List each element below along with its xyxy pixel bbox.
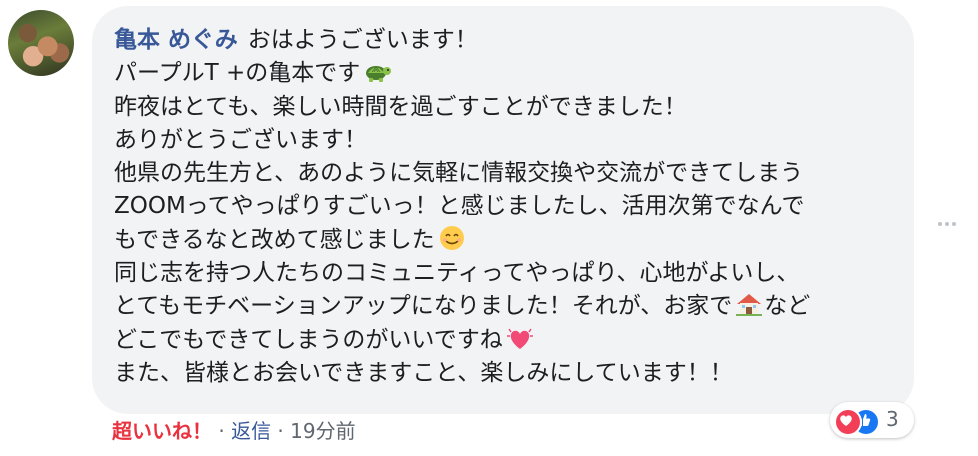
smile-icon xyxy=(437,225,467,251)
comment-line-7: もできるなと改めて感じました xyxy=(114,224,904,257)
comment-line-10: どこでもできてしまうのがいいですね xyxy=(114,324,904,357)
reaction-button[interactable]: 超いいね！ xyxy=(112,419,212,443)
comment-line-8: 同じ志を持つ人たちのコミュニティってやっぱり、心地がよいし、 xyxy=(114,257,904,290)
comment-text: おはようございます！ xyxy=(247,27,478,53)
separator: · xyxy=(271,419,291,443)
comment-text: 他県の先生方と、あのように気軽に情報交換や交流ができてしまう xyxy=(114,160,804,187)
comment-body: 亀本 めぐみ おはようございます！ パープルT +の亀本です 昨夜はとても、楽しい… xyxy=(114,24,904,390)
comment-line-2: パープルT +の亀本です xyxy=(114,57,904,90)
comment-line-9: とてもモチベーションアップになりました！それが、お家で など xyxy=(114,290,904,323)
comment-text: ありがとうございます！ xyxy=(114,126,367,153)
comment-text: とてもモチベーションアップになりました！それが、お家で xyxy=(114,293,733,320)
love-icon xyxy=(834,408,862,436)
comment-text: 昨夜はとても、楽しい時間を過ごすことができました！ xyxy=(114,93,687,120)
comment-text: 同じ志を持つ人たちのコミュニティってやっぱり、心地がよいし、 xyxy=(114,260,800,287)
reply-button[interactable]: 返信 xyxy=(231,419,271,443)
comment-line-11: また、皆様とお会いできますこと、楽しみにしています！！ xyxy=(114,357,904,390)
comment-line-5: 他県の先生方と、あのように気軽に情報交換や交流ができてしまう xyxy=(114,157,904,190)
comment-text: など xyxy=(764,293,811,320)
comment-line-3: 昨夜はとても、楽しい時間を過ごすことができました！ xyxy=(114,91,904,124)
turtle-icon xyxy=(362,58,392,84)
comment-text: ZOOMってやっぱりすごいっ！と感じましたし、活用次第でなんで xyxy=(114,193,805,220)
sparkling-heart-icon xyxy=(505,325,535,351)
reaction-count: 3 xyxy=(886,407,899,431)
separator: · xyxy=(212,419,232,443)
comment-text: パープルT +の亀本です xyxy=(114,60,361,87)
reactions-summary[interactable]: 3 xyxy=(830,402,914,438)
timestamp[interactable]: 19分前 xyxy=(290,419,355,443)
comment-text: また、皆様とお会いできますこと、楽しみにしています！！ xyxy=(114,359,733,386)
comment-line-4: ありがとうございます！ xyxy=(114,124,904,157)
author-name[interactable]: 亀本 めぐみ xyxy=(114,27,238,53)
comment-line-1: 亀本 めぐみ おはようございます！ xyxy=(114,24,904,57)
comment-text: どこでもできてしまうのがいいですね xyxy=(114,326,503,353)
avatar[interactable] xyxy=(8,10,74,76)
house-icon xyxy=(734,291,764,317)
comment-line-6: ZOOMってやっぱりすごいっ！と感じましたし、活用次第でなんで xyxy=(114,190,904,223)
comment-footer: 超いいね！ · 返信 · 19分前 xyxy=(112,415,356,444)
comment-text: もできるなと改めて感じました xyxy=(114,226,435,253)
more-options-icon[interactable] xyxy=(938,211,964,226)
